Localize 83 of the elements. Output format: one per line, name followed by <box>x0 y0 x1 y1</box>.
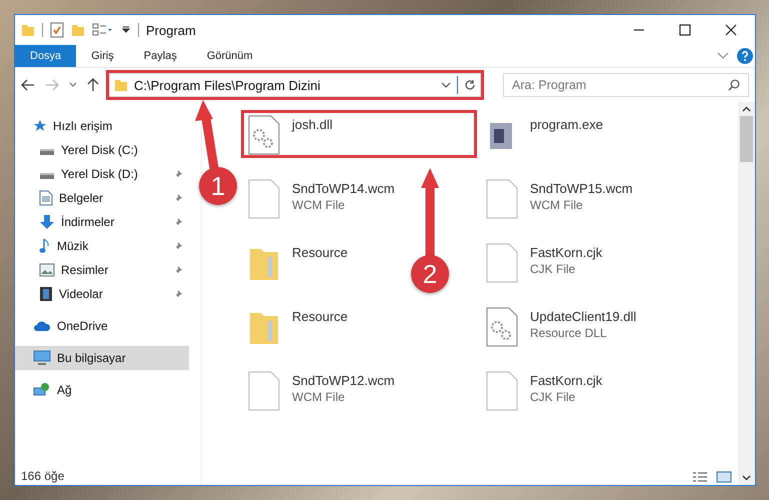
sidebar-item[interactable]: Yerel Disk (D:) <box>15 162 189 186</box>
file-item[interactable]: SndToWP15.wcm WCM File <box>479 174 640 232</box>
scroll-down-icon[interactable] <box>742 475 751 481</box>
sidebar-item[interactable]: Bu bilgisayar <box>15 346 189 370</box>
star-icon <box>33 119 47 133</box>
file-name: UpdateClient19.dll <box>530 309 636 324</box>
file-name: FastKorn.cjk <box>530 245 602 260</box>
recent-locations-icon[interactable] <box>69 82 77 88</box>
back-arrow-icon[interactable] <box>21 79 35 91</box>
help-icon[interactable] <box>737 48 753 64</box>
file-type: WCM File <box>530 198 584 212</box>
file-type: CJK File <box>530 390 576 404</box>
blank-file-icon <box>486 179 518 219</box>
file-item[interactable]: FastKorn.cjk CJK File <box>479 238 610 296</box>
address-bar[interactable]: C:\Program Files\Program Dizini <box>109 73 481 97</box>
dropdown-icon[interactable] <box>441 82 451 88</box>
file-item[interactable]: UpdateClient19.dll Resource DLL <box>479 302 644 360</box>
file-name: Resource <box>292 309 348 324</box>
refresh-icon[interactable] <box>464 79 476 91</box>
gear-file-icon <box>486 307 518 347</box>
file-item[interactable]: Resource <box>241 302 355 360</box>
blank-file-icon <box>248 371 280 411</box>
file-item[interactable]: SndToWP14.wcm WCM File <box>241 174 402 232</box>
monitor-icon <box>33 350 51 366</box>
document-icon <box>39 190 53 206</box>
file-item[interactable]: josh.dll <box>241 110 477 158</box>
file-item[interactable]: SndToWP12.wcm WCM File <box>241 366 402 424</box>
sidebar-item[interactable]: OneDrive <box>15 314 189 338</box>
scroll-thumb[interactable] <box>740 116 753 162</box>
view-options-icon[interactable] <box>92 23 114 37</box>
maximize-icon[interactable] <box>679 24 691 36</box>
file-name: SndToWP15.wcm <box>530 181 633 196</box>
file-type: WCM File <box>292 390 346 404</box>
ribbon-tab[interactable]: Görünüm <box>192 45 268 67</box>
gear-file-icon <box>248 115 280 155</box>
file-name: SndToWP12.wcm <box>292 373 395 388</box>
file-name: FastKorn.cjk <box>530 373 602 388</box>
ribbon-tab[interactable]: Dosya <box>15 45 76 67</box>
music-note-icon <box>39 238 51 254</box>
large-icons-view-icon[interactable] <box>716 471 732 483</box>
blank-file-icon <box>486 243 518 283</box>
sidebar-item[interactable]: Hızlı erişim <box>15 114 189 138</box>
file-name: program.exe <box>530 117 603 132</box>
expand-ribbon-icon[interactable] <box>717 52 729 60</box>
cloud-icon <box>33 320 51 332</box>
network-icon <box>33 382 51 398</box>
blank-file-icon <box>248 179 280 219</box>
sidebar-item[interactable]: Resimler <box>15 258 189 282</box>
sidebar-item[interactable]: Ağ <box>15 378 189 402</box>
file-item[interactable]: program.exe <box>479 110 610 168</box>
sidebar-item[interactable]: Belgeler <box>15 186 189 210</box>
download-arrow-icon <box>39 214 55 230</box>
customize-toolbar-icon[interactable] <box>121 25 131 35</box>
sidebar-item[interactable]: Videolar <box>15 282 189 306</box>
ribbon-tab[interactable]: Giriş <box>76 45 129 67</box>
folder-icon <box>114 78 128 92</box>
file-name: josh.dll <box>292 117 332 132</box>
sidebar-item[interactable]: Müzik <box>15 234 189 258</box>
blank-file-icon <box>486 371 518 411</box>
item-count: 166 öğe <box>20 469 66 485</box>
properties-icon[interactable] <box>50 22 64 38</box>
film-icon <box>39 286 53 302</box>
scrollbar[interactable] <box>738 102 755 485</box>
file-type: Resource DLL <box>530 326 608 340</box>
file-item[interactable]: FastKorn.cjk CJK File <box>479 366 610 424</box>
file-item[interactable]: Resource <box>241 238 355 296</box>
close-icon[interactable] <box>725 24 737 36</box>
ribbon-tab[interactable]: Paylaş <box>128 45 192 67</box>
file-name: SndToWP14.wcm <box>292 181 395 196</box>
sidebar-item[interactable]: Yerel Disk (C:) <box>15 138 189 162</box>
sidebar-item[interactable]: İndirmeler <box>15 210 189 234</box>
pointer-arrow <box>195 100 218 169</box>
search-field[interactable]: Ara: Program <box>503 73 749 97</box>
search-icon[interactable] <box>728 79 740 91</box>
address-path: C:\Program Files\Program Dizini <box>134 78 322 92</box>
picture-icon <box>39 263 55 277</box>
window-title: Program <box>146 22 196 38</box>
file-type: WCM File <box>292 198 346 212</box>
up-arrow-icon[interactable] <box>87 78 99 92</box>
file-type: CJK File <box>530 262 576 276</box>
details-view-icon[interactable] <box>692 471 708 483</box>
file-name: Resource <box>292 245 348 260</box>
scroll-up-icon[interactable] <box>742 106 751 112</box>
